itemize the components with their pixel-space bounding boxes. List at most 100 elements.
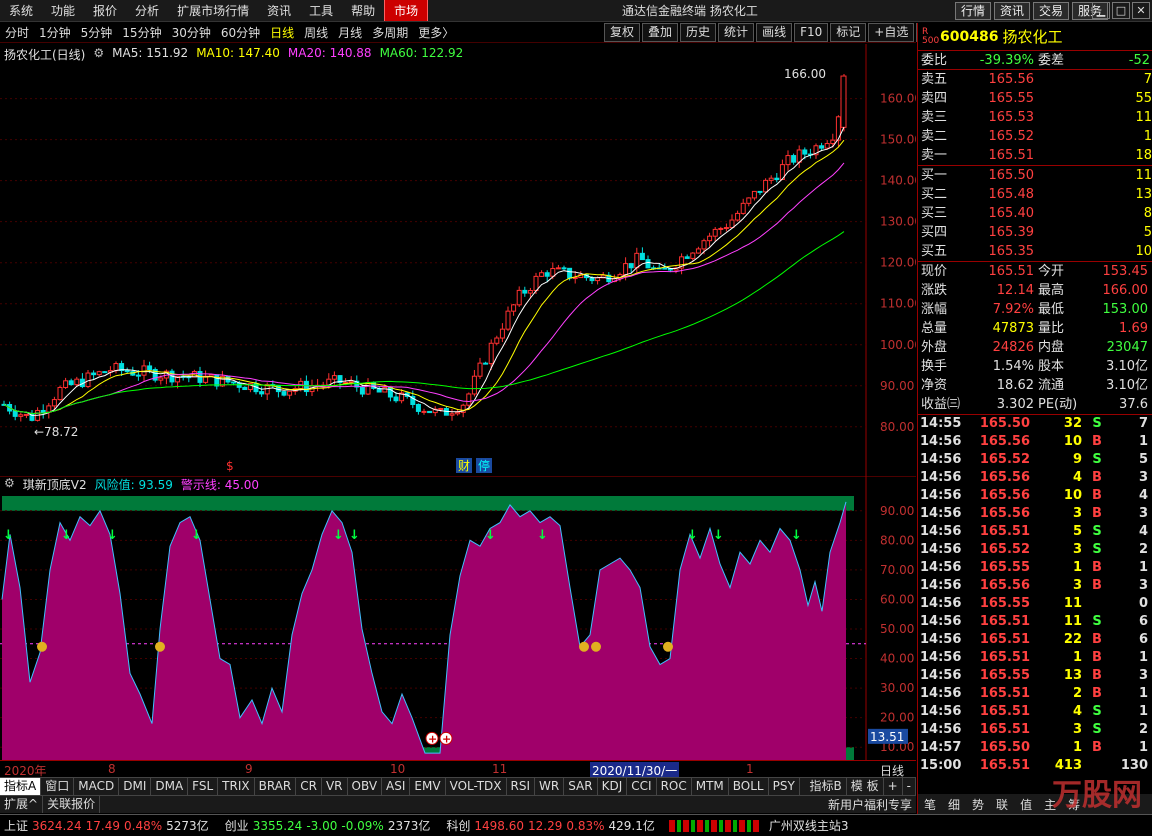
- tab-cci[interactable]: CCI: [627, 778, 657, 795]
- mark-button[interactable]: 标记: [830, 23, 867, 42]
- menu-info[interactable]: 资讯: [258, 0, 300, 21]
- indicator-tick-label: 20.00: [880, 711, 914, 725]
- stats-button[interactable]: 统计: [718, 23, 755, 42]
- period-tick[interactable]: 分时: [0, 23, 34, 42]
- tick-row: 14:56 165.51 4 S 1: [918, 703, 1152, 721]
- info-button[interactable]: 资讯: [993, 2, 1030, 20]
- tab-kdj[interactable]: KDJ: [598, 778, 628, 795]
- tick-time: 14:56: [920, 578, 962, 593]
- tab-asi[interactable]: ASI: [382, 778, 411, 795]
- kline-chart[interactable]: 160.00 150.00 140.00 130.00 120.00 110.00 100.…: [0, 44, 916, 476]
- tab-vr[interactable]: VR: [322, 778, 348, 795]
- panel-tab-4[interactable]: 值: [1014, 796, 1038, 813]
- weibi-label: 委比: [921, 53, 948, 68]
- period-60min[interactable]: 60分钟: [216, 23, 265, 42]
- menu-market[interactable]: 市场: [384, 0, 429, 21]
- period-more[interactable]: 更多〉: [413, 23, 459, 42]
- tab-right-2[interactable]: +: [884, 778, 903, 795]
- candle-body: [499, 328, 505, 339]
- period-daily[interactable]: 日线: [265, 23, 299, 42]
- tab-fsl[interactable]: FSL: [188, 778, 219, 795]
- tab-psy[interactable]: PSY: [769, 778, 800, 795]
- period-5min[interactable]: 5分钟: [76, 23, 118, 42]
- close-icon[interactable]: ✕: [1132, 2, 1150, 19]
- candle-body: [113, 363, 119, 372]
- tab-macd[interactable]: MACD: [74, 778, 120, 795]
- tick-list[interactable]: 14:55 165.50 32 S 7 14:56 165.56 10 B 1 14:56 165.5…: [918, 415, 1152, 775]
- tab-dmi[interactable]: DMI: [119, 778, 152, 795]
- tab-vol-tdx[interactable]: VOL-TDX: [446, 778, 507, 795]
- trade-button[interactable]: 交易: [1032, 2, 1069, 20]
- menu-tools[interactable]: 工具: [300, 0, 342, 21]
- tab-emv[interactable]: EMV: [410, 778, 446, 795]
- adjust-button[interactable]: 复权: [604, 23, 641, 42]
- tab-cr[interactable]: CR: [296, 778, 322, 795]
- tick-volume: 5: [1072, 524, 1082, 539]
- tab-wr[interactable]: WR: [535, 778, 565, 795]
- menu-quote[interactable]: 报价: [84, 0, 126, 21]
- f10-button[interactable]: F10: [794, 23, 829, 42]
- quote-button[interactable]: 行情: [954, 2, 991, 20]
- promo-link[interactable]: 新用户福利专享: [828, 796, 916, 813]
- period-1min[interactable]: 1分钟: [34, 23, 76, 42]
- menu-function[interactable]: 功能: [42, 0, 84, 21]
- overlay-button[interactable]: 叠加: [642, 23, 679, 42]
- tab-related-quote[interactable]: 关联报价: [43, 796, 101, 813]
- tab-mtm[interactable]: MTM: [692, 778, 729, 795]
- tick-time: 15:00: [920, 758, 962, 773]
- panel-tab-0[interactable]: 笔: [918, 796, 942, 813]
- weicha-value: -52: [1128, 53, 1150, 68]
- restore-icon[interactable]: □: [1112, 2, 1130, 19]
- tick-side: B: [1092, 668, 1102, 683]
- tick-count: 1: [1138, 686, 1148, 701]
- tab-brar[interactable]: BRAR: [255, 778, 297, 795]
- tab-rsi[interactable]: RSI: [507, 778, 536, 795]
- quote-label: 净资: [921, 378, 948, 393]
- draw-button[interactable]: 画线: [756, 23, 793, 42]
- panel-tab-2[interactable]: 势: [966, 796, 990, 813]
- menu-help[interactable]: 帮助: [342, 0, 384, 21]
- index-name: 创业: [224, 819, 249, 833]
- panel-tab-1[interactable]: 细: [942, 796, 966, 813]
- tab-sar[interactable]: SAR: [564, 778, 598, 795]
- period-weekly[interactable]: 周线: [299, 23, 333, 42]
- period-monthly[interactable]: 月线: [333, 23, 367, 42]
- candle-body: [51, 399, 57, 407]
- tab-boll[interactable]: BOLL: [729, 778, 769, 795]
- tab-right-0[interactable]: 指标B: [806, 778, 847, 795]
- finance-marker-icon[interactable]: 财: [458, 459, 470, 473]
- tab-right-1[interactable]: 模 板: [847, 778, 884, 795]
- candle-body: [522, 289, 528, 294]
- quote-label: PE(动): [1038, 397, 1078, 412]
- tab-窗口[interactable]: 窗口: [41, 778, 75, 795]
- tab-trix[interactable]: TRIX: [218, 778, 255, 795]
- tab-dma[interactable]: DMA: [151, 778, 189, 795]
- ma-settings-icon[interactable]: ⚙: [93, 46, 104, 63]
- halt-marker-icon[interactable]: 停: [478, 458, 490, 473]
- panel-tab-3[interactable]: 联: [990, 796, 1014, 813]
- menu-extended-market[interactable]: 扩展市场行情: [168, 0, 258, 21]
- minimize-icon[interactable]: ▁: [1092, 2, 1110, 19]
- tab-extend[interactable]: 扩展^: [0, 796, 44, 813]
- period-15min[interactable]: 15分钟: [117, 23, 166, 42]
- history-button[interactable]: 历史: [680, 23, 717, 42]
- period-30min[interactable]: 30分钟: [167, 23, 216, 42]
- candle-body: [662, 267, 668, 270]
- top-signal-arrow-icon: ↓: [191, 528, 202, 543]
- tab-obv[interactable]: OBV: [348, 778, 383, 795]
- indicator-chart[interactable]: 90.00 80.00 70.00 60.00 50.00 40.00 30.00 20.00…: [0, 476, 916, 760]
- tab-right-3[interactable]: -: [903, 778, 916, 795]
- add-watchlist-button[interactable]: +自选: [868, 23, 915, 42]
- candle-body: [712, 228, 718, 237]
- dividend-marker-icon[interactable]: $: [226, 459, 234, 473]
- period-multi[interactable]: 多周期: [367, 23, 413, 42]
- money-bag-icon: [579, 641, 589, 652]
- quote-row: 现价 165.51 今开 153.45: [918, 262, 1152, 281]
- tab-roc[interactable]: ROC: [657, 778, 692, 795]
- tab-指标a[interactable]: 指标A: [0, 778, 42, 795]
- tick-price: 165.56: [979, 506, 1030, 521]
- server-station[interactable]: 广州双线主站3: [769, 817, 849, 834]
- menu-analysis[interactable]: 分析: [126, 0, 168, 21]
- menu-system[interactable]: 系统: [0, 0, 42, 21]
- indicator-settings-icon[interactable]: ⚙: [4, 476, 15, 493]
